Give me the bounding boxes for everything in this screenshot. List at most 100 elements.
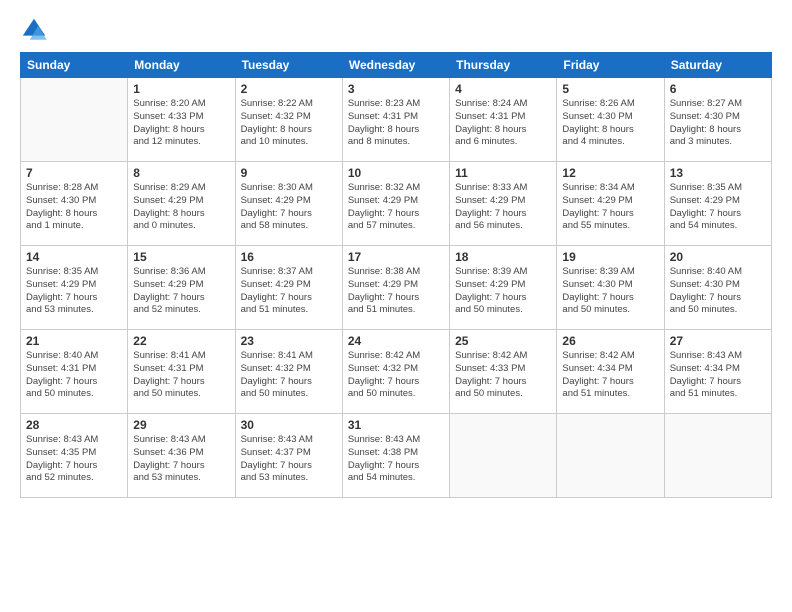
week-row-1: 1 Sunrise: 8:20 AM Sunset: 4:33 PM Daylig… bbox=[21, 78, 772, 162]
day-info: Sunrise: 8:38 AM Sunset: 4:29 PM Dayligh… bbox=[348, 266, 444, 317]
day-info: Sunrise: 8:28 AM Sunset: 4:30 PM Dayligh… bbox=[26, 182, 122, 233]
day-number: 30 bbox=[241, 418, 337, 432]
calendar-cell: 26 Sunrise: 8:42 AM Sunset: 4:34 PM Dayli… bbox=[557, 330, 664, 414]
calendar-cell: 11Sunrise: 8:33 AM Sunset: 4:29 PM Dayli… bbox=[450, 162, 557, 246]
day-number: 5 bbox=[562, 82, 658, 96]
weekday-header-wednesday: Wednesday bbox=[342, 53, 449, 78]
calendar-cell: 10 Sunrise: 8:32 AM Sunset: 4:29 PM Dayli… bbox=[342, 162, 449, 246]
header bbox=[20, 16, 772, 44]
calendar-cell: 19 Sunrise: 8:39 AM Sunset: 4:30 PM Dayli… bbox=[557, 246, 664, 330]
day-number: 25 bbox=[455, 334, 551, 348]
day-number: 29 bbox=[133, 418, 229, 432]
day-number: 9 bbox=[241, 166, 337, 180]
day-info: Sunrise: 8:20 AM Sunset: 4:33 PM Dayligh… bbox=[133, 98, 229, 149]
day-number: 22 bbox=[133, 334, 229, 348]
calendar-cell: 29Sunrise: 8:43 AM Sunset: 4:36 PM Dayli… bbox=[128, 414, 235, 498]
logo bbox=[20, 16, 52, 44]
calendar-cell: 8Sunrise: 8:29 AM Sunset: 4:29 PM Daylig… bbox=[128, 162, 235, 246]
logo-icon bbox=[20, 16, 48, 44]
week-row-4: 21 Sunrise: 8:40 AM Sunset: 4:31 PM Dayli… bbox=[21, 330, 772, 414]
calendar-cell: 12 Sunrise: 8:34 AM Sunset: 4:29 PM Dayli… bbox=[557, 162, 664, 246]
day-info: Sunrise: 8:41 AM Sunset: 4:32 PM Dayligh… bbox=[241, 350, 337, 401]
calendar-cell: 4 Sunrise: 8:24 AM Sunset: 4:31 PM Daylig… bbox=[450, 78, 557, 162]
day-number: 18 bbox=[455, 250, 551, 264]
day-info: Sunrise: 8:32 AM Sunset: 4:29 PM Dayligh… bbox=[348, 182, 444, 233]
calendar-cell: 22 Sunrise: 8:41 AM Sunset: 4:31 PM Dayli… bbox=[128, 330, 235, 414]
calendar-cell bbox=[664, 414, 771, 498]
weekday-header-friday: Friday bbox=[557, 53, 664, 78]
day-number: 3 bbox=[348, 82, 444, 96]
calendar-cell: 3 Sunrise: 8:23 AM Sunset: 4:31 PM Daylig… bbox=[342, 78, 449, 162]
calendar-cell: 14 Sunrise: 8:35 AM Sunset: 4:29 PM Dayli… bbox=[21, 246, 128, 330]
day-number: 21 bbox=[26, 334, 122, 348]
day-number: 10 bbox=[348, 166, 444, 180]
day-number: 12 bbox=[562, 166, 658, 180]
day-info: Sunrise: 8:43 AM Sunset: 4:37 PM Dayligh… bbox=[241, 434, 337, 485]
calendar-cell: 15 Sunrise: 8:36 AM Sunset: 4:29 PM Dayli… bbox=[128, 246, 235, 330]
day-number: 13 bbox=[670, 166, 766, 180]
calendar-cell: 17 Sunrise: 8:38 AM Sunset: 4:29 PM Dayli… bbox=[342, 246, 449, 330]
day-info: Sunrise: 8:42 AM Sunset: 4:32 PM Dayligh… bbox=[348, 350, 444, 401]
day-info: Sunrise: 8:40 AM Sunset: 4:30 PM Dayligh… bbox=[670, 266, 766, 317]
calendar-cell: 24 Sunrise: 8:42 AM Sunset: 4:32 PM Dayli… bbox=[342, 330, 449, 414]
day-info: Sunrise: 8:43 AM Sunset: 4:38 PM Dayligh… bbox=[348, 434, 444, 485]
day-number: 14 bbox=[26, 250, 122, 264]
day-info: Sunrise: 8:41 AM Sunset: 4:31 PM Dayligh… bbox=[133, 350, 229, 401]
calendar-cell: 9Sunrise: 8:30 AM Sunset: 4:29 PM Daylig… bbox=[235, 162, 342, 246]
calendar-cell: 28 Sunrise: 8:43 AM Sunset: 4:35 PM Dayli… bbox=[21, 414, 128, 498]
week-row-5: 28 Sunrise: 8:43 AM Sunset: 4:35 PM Dayli… bbox=[21, 414, 772, 498]
weekday-header-monday: Monday bbox=[128, 53, 235, 78]
week-row-2: 7 Sunrise: 8:28 AM Sunset: 4:30 PM Daylig… bbox=[21, 162, 772, 246]
weekday-header-saturday: Saturday bbox=[664, 53, 771, 78]
calendar-cell: 1 Sunrise: 8:20 AM Sunset: 4:33 PM Daylig… bbox=[128, 78, 235, 162]
day-number: 2 bbox=[241, 82, 337, 96]
day-number: 27 bbox=[670, 334, 766, 348]
calendar-cell: 31 Sunrise: 8:43 AM Sunset: 4:38 PM Dayli… bbox=[342, 414, 449, 498]
day-info: Sunrise: 8:39 AM Sunset: 4:29 PM Dayligh… bbox=[455, 266, 551, 317]
day-info: Sunrise: 8:39 AM Sunset: 4:30 PM Dayligh… bbox=[562, 266, 658, 317]
day-number: 17 bbox=[348, 250, 444, 264]
day-number: 16 bbox=[241, 250, 337, 264]
weekday-header-tuesday: Tuesday bbox=[235, 53, 342, 78]
day-info: Sunrise: 8:34 AM Sunset: 4:29 PM Dayligh… bbox=[562, 182, 658, 233]
day-number: 20 bbox=[670, 250, 766, 264]
day-number: 7 bbox=[26, 166, 122, 180]
calendar-cell: 27 Sunrise: 8:43 AM Sunset: 4:34 PM Dayli… bbox=[664, 330, 771, 414]
calendar-cell: 20 Sunrise: 8:40 AM Sunset: 4:30 PM Dayli… bbox=[664, 246, 771, 330]
day-info: Sunrise: 8:40 AM Sunset: 4:31 PM Dayligh… bbox=[26, 350, 122, 401]
day-number: 15 bbox=[133, 250, 229, 264]
calendar-cell: 7 Sunrise: 8:28 AM Sunset: 4:30 PM Daylig… bbox=[21, 162, 128, 246]
day-number: 28 bbox=[26, 418, 122, 432]
day-number: 4 bbox=[455, 82, 551, 96]
calendar-cell bbox=[557, 414, 664, 498]
day-number: 11 bbox=[455, 166, 551, 180]
week-row-3: 14 Sunrise: 8:35 AM Sunset: 4:29 PM Dayli… bbox=[21, 246, 772, 330]
day-number: 6 bbox=[670, 82, 766, 96]
day-info: Sunrise: 8:24 AM Sunset: 4:31 PM Dayligh… bbox=[455, 98, 551, 149]
day-info: Sunrise: 8:43 AM Sunset: 4:34 PM Dayligh… bbox=[670, 350, 766, 401]
day-number: 24 bbox=[348, 334, 444, 348]
calendar-table: SundayMondayTuesdayWednesdayThursdayFrid… bbox=[20, 52, 772, 498]
day-number: 26 bbox=[562, 334, 658, 348]
day-info: Sunrise: 8:22 AM Sunset: 4:32 PM Dayligh… bbox=[241, 98, 337, 149]
day-number: 19 bbox=[562, 250, 658, 264]
day-info: Sunrise: 8:29 AM Sunset: 4:29 PM Dayligh… bbox=[133, 182, 229, 233]
day-info: Sunrise: 8:26 AM Sunset: 4:30 PM Dayligh… bbox=[562, 98, 658, 149]
calendar-cell: 30 Sunrise: 8:43 AM Sunset: 4:37 PM Dayli… bbox=[235, 414, 342, 498]
weekday-header-row: SundayMondayTuesdayWednesdayThursdayFrid… bbox=[21, 53, 772, 78]
calendar-cell: 6 Sunrise: 8:27 AM Sunset: 4:30 PM Daylig… bbox=[664, 78, 771, 162]
day-info: Sunrise: 8:27 AM Sunset: 4:30 PM Dayligh… bbox=[670, 98, 766, 149]
calendar-cell: 23Sunrise: 8:41 AM Sunset: 4:32 PM Dayli… bbox=[235, 330, 342, 414]
day-info: Sunrise: 8:36 AM Sunset: 4:29 PM Dayligh… bbox=[133, 266, 229, 317]
day-info: Sunrise: 8:42 AM Sunset: 4:33 PM Dayligh… bbox=[455, 350, 551, 401]
day-info: Sunrise: 8:37 AM Sunset: 4:29 PM Dayligh… bbox=[241, 266, 337, 317]
day-info: Sunrise: 8:42 AM Sunset: 4:34 PM Dayligh… bbox=[562, 350, 658, 401]
day-info: Sunrise: 8:35 AM Sunset: 4:29 PM Dayligh… bbox=[26, 266, 122, 317]
calendar-cell bbox=[450, 414, 557, 498]
day-number: 31 bbox=[348, 418, 444, 432]
day-info: Sunrise: 8:43 AM Sunset: 4:35 PM Dayligh… bbox=[26, 434, 122, 485]
day-info: Sunrise: 8:35 AM Sunset: 4:29 PM Dayligh… bbox=[670, 182, 766, 233]
day-number: 1 bbox=[133, 82, 229, 96]
calendar-cell: 21 Sunrise: 8:40 AM Sunset: 4:31 PM Dayli… bbox=[21, 330, 128, 414]
day-info: Sunrise: 8:23 AM Sunset: 4:31 PM Dayligh… bbox=[348, 98, 444, 149]
